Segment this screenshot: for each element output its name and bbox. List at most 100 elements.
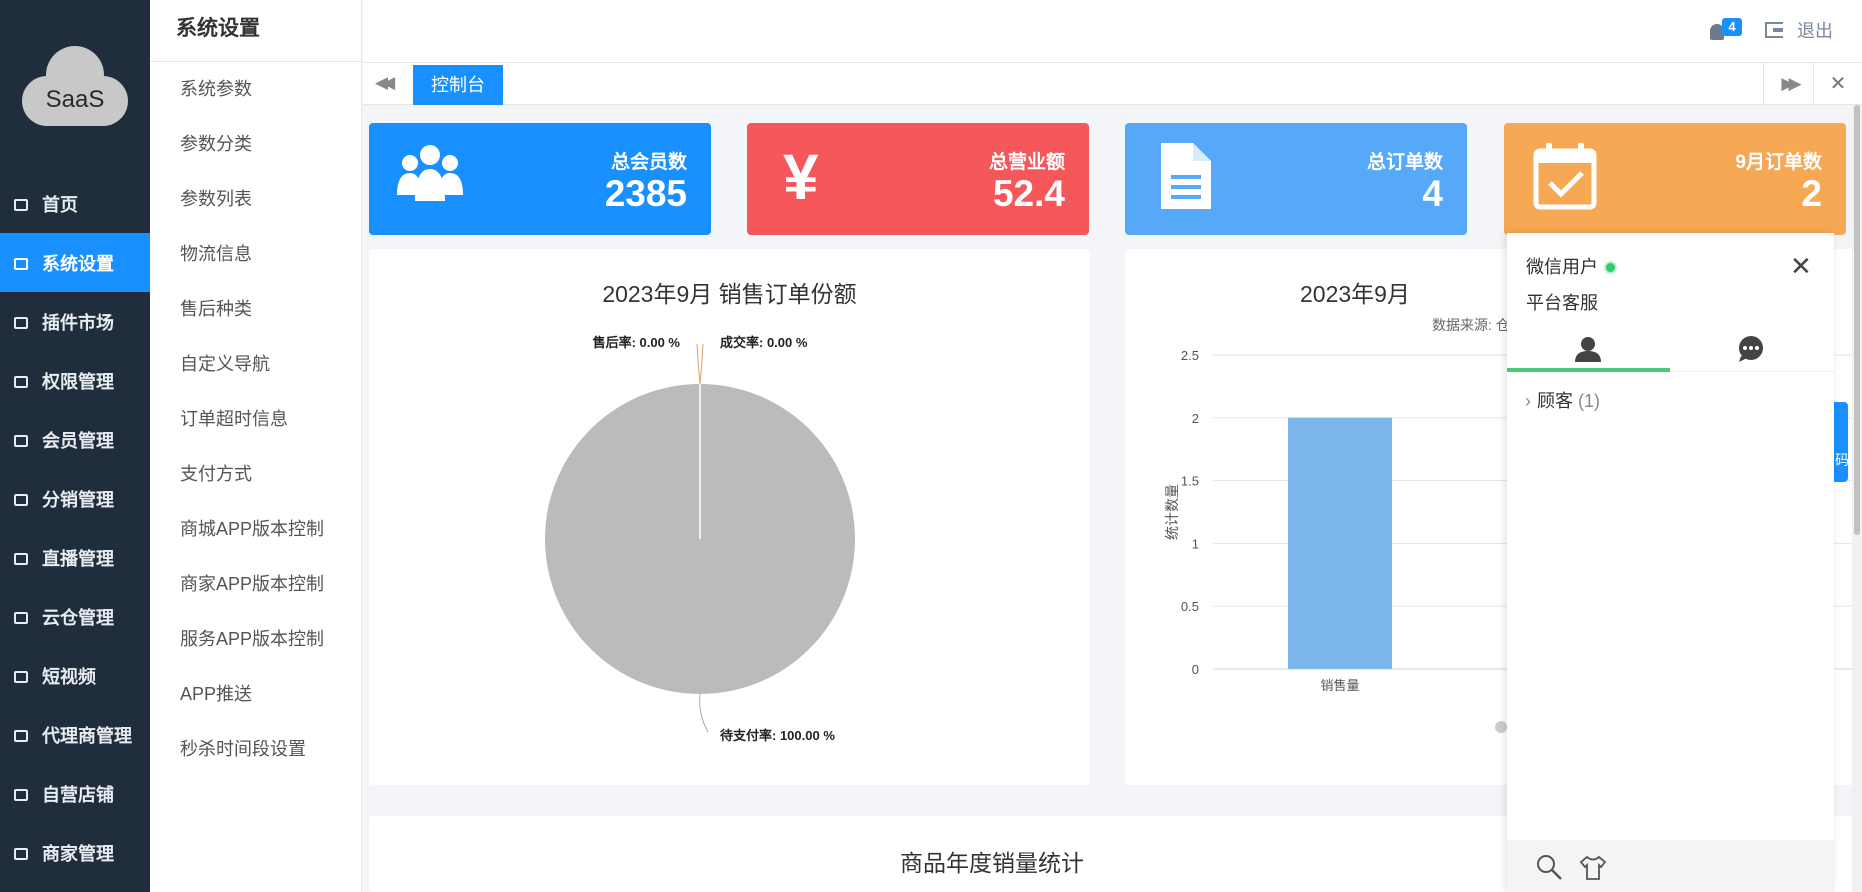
main-sidebar: SaaS 首页系统设置插件市场权限管理会员管理分销管理直播管理云仓管理短视频代理… (0, 0, 150, 892)
tab-dashboard[interactable]: 控制台 (413, 65, 503, 105)
pie-data-label: 售后率: 0.00 % (593, 335, 681, 350)
nav-list: 首页系统设置插件市场权限管理会员管理分销管理直播管理云仓管理短视频代理商管理 自营… (0, 174, 150, 882)
stat-card-orders[interactable]: 总订单数 4 (1125, 123, 1467, 235)
submenu-item[interactable]: 商城APP版本控制 (150, 502, 361, 557)
stat-label: 总订单数 (1366, 152, 1443, 173)
nav-item[interactable]: 代理商管理 (0, 705, 150, 764)
nav-item-label: 系统设置 (42, 253, 114, 274)
chat-bubble-icon (1739, 336, 1763, 362)
pie-data-label: 成交率: 0.00 % (720, 335, 808, 350)
submenu-item[interactable]: 售后种类 (150, 282, 361, 337)
logout-label: 退出 (1797, 21, 1833, 41)
y-axis-label: 统计数量 (1164, 484, 1180, 540)
tab-scroll-left-button[interactable]: ◀◀ (375, 74, 395, 91)
nav-item-label: 短视频 (42, 666, 96, 687)
nav-item[interactable]: 会员管理 (0, 410, 150, 469)
tab-scroll-right-button[interactable]: ▶▶ (1763, 63, 1813, 105)
yen-icon: ¥ (783, 141, 819, 211)
sitemap-icon (13, 373, 29, 389)
submenu-item[interactable]: 服务APP版本控制 (150, 612, 361, 667)
submenu-item[interactable]: 商家APP版本控制 (150, 557, 361, 612)
pie-leader-line (699, 343, 704, 385)
nav-item[interactable]: 分销管理 (0, 469, 150, 528)
stat-card-month-orders[interactable]: 9月订单数 2 (1504, 123, 1846, 235)
submenu-item[interactable]: APP推送 (150, 667, 361, 722)
close-tabs-button[interactable]: ✕ (1813, 63, 1862, 105)
nav-item[interactable]: 首页 (0, 174, 150, 233)
nav-item-label: 权限管理 (42, 371, 114, 392)
skin-button[interactable] (1579, 853, 1607, 886)
stat-label: 9月订单数 (1735, 152, 1822, 173)
nav-item[interactable]: 系统设置 (0, 233, 150, 292)
chat-contact-list: › 顾客 (1) (1507, 372, 1834, 826)
stat-value: 2385 (604, 173, 687, 214)
submenu-item[interactable]: 参数列表 (150, 172, 361, 227)
pie-chart: 售后率: 0.00 % 成交率: 0.00 % 待支付率: 100.00 % (545, 335, 855, 743)
submenu-list: 系统参数 参数分类 参数列表 物流信息 售后种类 自定义导航 订单超时信息 支付方式 商城APP… (150, 62, 361, 777)
cubes-icon (13, 727, 29, 743)
nav-item-label: 首页 (42, 194, 78, 215)
top-header: 4 退出 (363, 0, 1862, 63)
side-tab-label: 码 (1835, 452, 1848, 468)
chevron-right-icon: › (1525, 391, 1531, 411)
nav-item[interactable]: 权限管理 (0, 351, 150, 410)
y-tick-label: 1.5 (1181, 474, 1199, 489)
submenu-item[interactable]: 系统参数 (150, 62, 361, 117)
stat-label: 总营业额 (988, 152, 1065, 173)
nav-item[interactable]: 插件市场 (0, 292, 150, 351)
document-icon (1161, 143, 1211, 209)
stat-value: 52.4 (992, 173, 1065, 214)
online-status-icon (1604, 261, 1617, 274)
chat-tab-contacts[interactable] (1507, 328, 1670, 372)
notification-button[interactable]: 4 (1708, 18, 1742, 44)
pager-dot (1495, 721, 1507, 733)
nav-item-label: 会员管理 (42, 430, 114, 451)
submenu-item[interactable]: 参数分类 (150, 117, 361, 172)
scrollbar-thumb[interactable] (1854, 105, 1860, 535)
stat-value: 2 (1801, 173, 1822, 214)
video-icon (13, 550, 29, 566)
chat-footer (1507, 840, 1834, 892)
page-scrollbar[interactable] (1852, 105, 1862, 892)
side-tab[interactable]: 码 (1834, 402, 1848, 482)
logo[interactable]: SaaS (22, 46, 128, 126)
pie-data-label: 待支付率: 100.00 % (719, 728, 835, 743)
stat-card-revenue[interactable]: ¥ 总营业额 52.4 (747, 123, 1089, 235)
chat-close-button[interactable]: ✕ (1790, 251, 1812, 282)
y-tick-label: 0 (1192, 662, 1199, 677)
submenu-item[interactable]: 订单超时信息 (150, 392, 361, 447)
search-contact-button[interactable] (1535, 853, 1563, 886)
submenu-item[interactable]: 自定义导航 (150, 337, 361, 392)
chat-user: 微信用户 (1526, 253, 1617, 279)
chat-tab-messages[interactable] (1670, 328, 1834, 372)
stat-card-members[interactable]: 总会员数 2385 (369, 123, 711, 235)
submenu: 系统设置 系统参数 参数分类 参数列表 物流信息 售后种类 自定义导航 订单超时信息 支付方式… (150, 0, 362, 892)
nav-item[interactable]: 短视频 (0, 646, 150, 705)
nav-item[interactable]: 云仓管理 (0, 587, 150, 646)
home-icon (13, 609, 29, 625)
contact-group-customers[interactable]: › 顾客 (1) (1525, 387, 1600, 413)
nav-item-label: 云仓管理 (42, 607, 114, 628)
y-tick-label: 2.5 (1181, 348, 1199, 363)
file-video-icon (13, 668, 29, 684)
pie-leader-line (696, 343, 701, 385)
search-icon (1537, 855, 1562, 880)
nav-item[interactable]: 直播管理 (0, 528, 150, 587)
nav-item-label: 直播管理 (42, 548, 114, 569)
x-tick-label: 销售量 (1320, 678, 1359, 693)
shirt-icon (1579, 855, 1607, 880)
nav-item[interactable]: 自营店铺 (0, 764, 150, 823)
nav-item[interactable]: 商家管理 (0, 823, 150, 882)
bar (1288, 417, 1392, 669)
submenu-item[interactable]: 物流信息 (150, 227, 361, 282)
pie-leader-line (699, 693, 709, 733)
chat-tabs (1507, 328, 1834, 372)
users-icon (13, 491, 29, 507)
gear-icon (13, 255, 29, 271)
submenu-item[interactable]: 秒杀时间段设置 (150, 722, 361, 777)
y-tick-label: 2 (1192, 411, 1199, 426)
submenu-item[interactable]: 支付方式 (150, 447, 361, 502)
person-icon (1575, 337, 1601, 362)
svg-text:¥: ¥ (783, 141, 819, 211)
logout-button[interactable]: 退出 (1765, 18, 1833, 42)
